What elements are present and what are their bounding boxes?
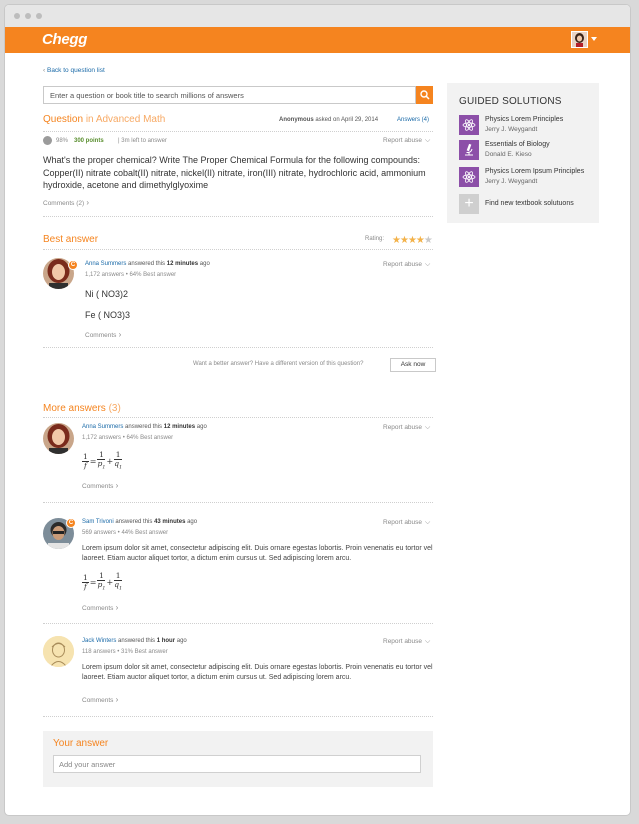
star-icon: ★ [392, 235, 401, 246]
divider [43, 716, 433, 717]
report-abuse-button[interactable]: Report abuse [383, 261, 430, 269]
divider [43, 417, 433, 418]
formula: 1 f = 1 p1 +1 q1 [82, 571, 123, 592]
best-answer-heading: Best answer [43, 234, 99, 245]
comments-link[interactable]: Comments (2) [43, 198, 89, 207]
window-chrome [5, 5, 630, 27]
atom-icon[interactable] [459, 115, 479, 135]
window-dot-icon[interactable] [25, 13, 31, 19]
avatar[interactable] [43, 423, 74, 454]
author-link[interactable]: Jack Winters [82, 638, 116, 644]
expert-badge-icon: C [68, 260, 78, 270]
subject-link[interactable]: in Advanced Math [86, 114, 166, 125]
atom-icon[interactable] [459, 167, 479, 187]
answer-line: Ni ( NO3)2 [85, 289, 129, 299]
chat-icon [43, 136, 52, 145]
comments-link[interactable]: Comments [85, 330, 121, 339]
answers-link[interactable]: Answers (4) [397, 117, 429, 123]
stat-percent: 98% [56, 138, 69, 144]
user-avatar-icon[interactable] [571, 31, 588, 48]
book-title-link[interactable]: Physics Lorem Ipsum Principles [485, 168, 584, 175]
answer-text: Lorem ipsum dolor sit amet, consectetur … [82, 664, 433, 681]
microscope-icon[interactable] [459, 140, 479, 160]
search-input[interactable]: Enter a question or book title to search… [43, 86, 416, 104]
formula: 1 f = 1 p1 +1 q1 [82, 450, 123, 471]
find-new-textbook-link[interactable]: Find new textbook solutuons [485, 200, 574, 207]
comments-link[interactable]: Comments [82, 603, 118, 612]
book-author: Jerry J. Weygandt [485, 126, 538, 133]
answer-input[interactable]: Add your answer [53, 755, 421, 773]
rating-label: Rating: [365, 236, 385, 242]
expert-badge-icon: C [66, 518, 76, 528]
answer-line: Fe ( NO3)3 [85, 310, 131, 320]
divider [43, 131, 433, 132]
answer-meta: Jack Winters answered this 1 hour ago [82, 638, 187, 644]
stat-points: 300 points [74, 138, 104, 144]
author-stats: 1,172 answers • 64% Best answer [82, 435, 174, 441]
book-author: Jerry J. Weygandt [485, 178, 538, 185]
divider [43, 623, 433, 624]
guided-solutions-sidebar: GUIDED SOLUTIONS Physics Lorem Principle… [447, 83, 599, 223]
window-dot-icon[interactable] [14, 13, 20, 19]
report-abuse-button[interactable]: Report abuse [383, 424, 430, 432]
author-stats: 569 answers • 44% Best answer [82, 530, 169, 536]
divider [43, 249, 433, 250]
report-abuse-button[interactable]: Report abuse [383, 519, 430, 527]
divider [43, 347, 433, 348]
better-answer-prompt: Want a better answer? Have a different v… [193, 361, 364, 367]
question-heading: Question in Advanced Math [43, 114, 166, 125]
author-link[interactable]: Sam Trivoni [82, 519, 114, 525]
search-icon [420, 90, 430, 100]
divider [43, 502, 433, 503]
report-abuse-button[interactable]: Report abuse [383, 137, 430, 145]
ask-now-button[interactable]: Ask now [390, 358, 436, 372]
search-button[interactable] [416, 86, 433, 104]
question-text: What's the proper chemical? Write The Pr… [43, 155, 426, 190]
avatar[interactable] [43, 636, 74, 667]
comments-link[interactable]: Comments [82, 481, 118, 490]
star-icon: ★ [399, 235, 409, 246]
divider [43, 216, 433, 217]
book-title-link[interactable]: Physics Lorem Principles [485, 116, 563, 123]
author-stats: 118 answers • 31% Best answer [82, 649, 168, 655]
author-link[interactable]: Anna Summers [85, 261, 126, 267]
window-dot-icon[interactable] [36, 13, 42, 19]
question-meta: Anonymous asked on April 29, 2014 [279, 117, 379, 123]
plus-icon[interactable]: + [459, 194, 479, 214]
book-title-link[interactable]: Essentials of Biology [485, 141, 550, 148]
answer-text: Lorem ipsum dolor sit amet, consectetur … [82, 545, 433, 562]
browser-window: Chegg ‹ Back to question list Enter a qu… [4, 4, 631, 816]
your-answer-heading: Your answer [53, 738, 109, 749]
report-abuse-button[interactable]: Report abuse [383, 638, 430, 646]
answer-meta: Sam Trivoni answered this 43 minutes ago [82, 519, 198, 525]
star-icon: ★ [407, 235, 417, 246]
your-answer-panel: Your answer Add your answer [43, 731, 433, 787]
comments-link[interactable]: Comments [82, 695, 118, 704]
book-author: Donald E. Kieso [485, 151, 532, 158]
answer-meta: Anna Summers answered this 12 minutes ag… [82, 424, 207, 430]
chegg-logo[interactable]: Chegg [42, 31, 87, 48]
more-answers-heading: More answers (3) [43, 403, 121, 414]
author-link[interactable]: Anna Summers [82, 424, 123, 430]
back-link[interactable]: ‹ Back to question list [43, 67, 105, 74]
author-stats: 1,172 answers • 64% Best answer [85, 272, 177, 278]
sidebar-title: GUIDED SOLUTIONS [459, 96, 562, 107]
star-icon: ★ [415, 235, 425, 246]
top-nav-bar: Chegg [5, 27, 630, 53]
rating-stars[interactable]: ★★★★★ [392, 235, 433, 246]
stat-time-left: | 3m left to answer [118, 138, 167, 144]
star-icon: ★ [423, 235, 433, 246]
answer-meta: Anna Summers answered this 12 minutes ag… [85, 261, 210, 267]
chevron-down-icon[interactable] [591, 37, 597, 41]
